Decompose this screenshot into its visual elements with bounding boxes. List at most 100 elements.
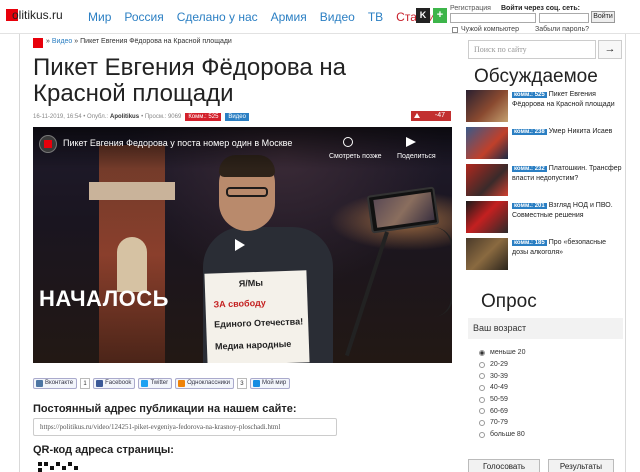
list-item[interactable]: комм.: 185 Про «безопасные дозы алкоголя»	[466, 238, 622, 272]
category-badge[interactable]: Видео	[225, 113, 249, 121]
qr-code-image	[38, 462, 80, 472]
poll-option[interactable]: 70-79	[479, 417, 525, 429]
video-cable	[433, 227, 452, 317]
poll-options: меньше 20 20-29 30-39 40-49 50-59 60-69 …	[479, 347, 525, 441]
permalink-field[interactable]: https://politikus.ru/video/124251-piket-…	[33, 418, 337, 436]
breadcrumb-section[interactable]: Видео	[52, 38, 72, 45]
login-field[interactable]	[450, 13, 536, 23]
nav-item-video[interactable]: Видео	[320, 10, 355, 24]
twitter-icon	[141, 380, 149, 387]
poll-title: Опрос	[481, 291, 537, 312]
social-plus-button[interactable]: +	[433, 8, 447, 23]
share-bar: Вконтакте 1 Facebook Twitter Одноклассни…	[33, 378, 291, 389]
news-thumbnail[interactable]	[466, 90, 508, 122]
radio-icon[interactable]	[479, 373, 485, 380]
rating-badge[interactable]: -47	[411, 111, 451, 121]
article-meta: 16-11-2019, 16:54 • Опубл.: Apolitikus • …	[33, 113, 249, 121]
nav-item-mir[interactable]: Мир	[88, 10, 111, 24]
nav-item-tv[interactable]: ТВ	[368, 10, 383, 24]
news-thumbnail[interactable]	[466, 238, 508, 270]
site-logo[interactable]: olitikus.ru	[12, 8, 63, 22]
comments-badge[interactable]: Комм.: 525	[185, 113, 222, 121]
video-overlay-caption: НАЧАЛОСЬ	[39, 286, 169, 311]
share-mymir-button[interactable]: Мой мир	[249, 378, 291, 389]
radio-icon[interactable]	[479, 396, 485, 403]
list-item[interactable]: комм.: 201 Взгляд НОД и ПВО. Совместные р…	[466, 201, 622, 235]
channel-avatar-icon[interactable]	[39, 135, 57, 153]
poll-option[interactable]: 50-59	[479, 394, 525, 406]
qr-label: QR-код адреса страницы:	[33, 444, 174, 456]
nav-item-russia[interactable]: Россия	[124, 10, 163, 24]
radio-icon[interactable]	[479, 361, 485, 368]
share-ok-count: 3	[236, 378, 247, 389]
list-item[interactable]: комм.: 232 Платошкин. Трансфер власти нед…	[466, 164, 622, 198]
author-link[interactable]: Apolitikus	[110, 114, 139, 120]
poll-option[interactable]: 30-39	[479, 370, 525, 382]
poll-question: Ваш возраст	[468, 318, 623, 339]
share-arrow-icon[interactable]	[406, 137, 416, 147]
video-picket-sign: Я/Мы ЗА свободу Единого Отечества! Медиа…	[204, 270, 310, 363]
home-icon[interactable]	[33, 38, 43, 48]
video-person-glasses	[226, 187, 268, 197]
nav-item-army[interactable]: Армия	[271, 10, 307, 24]
login-via-label: Войти через соц. сеть:	[501, 5, 580, 12]
views-count: Просм.: 9069	[144, 114, 182, 120]
news-thumbnail[interactable]	[466, 201, 508, 233]
video-tower-band	[89, 182, 175, 200]
remember-label: Чужой компьютер	[461, 26, 519, 33]
list-item[interactable]: комм.: 525 Пикет Евгения Фёдорова на Крас…	[466, 90, 622, 124]
main-nav: Мир Россия Сделано у нас Армия Видео ТВ …	[88, 10, 448, 24]
odnoklassniki-icon	[178, 380, 186, 387]
right-divider	[625, 34, 626, 472]
poll-option[interactable]: больше 80	[479, 429, 525, 441]
radio-icon[interactable]	[479, 384, 485, 391]
video-arch	[117, 237, 147, 292]
breadcrumb-current: Пикет Евгения Фёдорова на Красной площад…	[80, 38, 232, 45]
nav-item-made-here[interactable]: Сделано у нас	[177, 10, 258, 24]
top-bar: olitikus.ru Мир Россия Сделано у нас Арм…	[0, 0, 640, 34]
poll-option[interactable]: 60-69	[479, 405, 525, 417]
search-input[interactable]: Поиск по сайту	[468, 40, 596, 59]
clock-icon[interactable]	[343, 137, 353, 147]
poll-option[interactable]: 20-29	[479, 359, 525, 371]
radio-icon[interactable]	[479, 349, 485, 356]
left-divider	[19, 34, 20, 472]
list-item[interactable]: комм.: 238 Умер Никита Исаев	[466, 127, 622, 161]
share-ok-button[interactable]: Одноклассники	[175, 378, 234, 389]
share-vk-count: 1	[80, 378, 91, 389]
share-facebook-button[interactable]: Facebook	[93, 378, 136, 389]
login-button[interactable]: Войти	[591, 11, 615, 23]
facebook-icon	[96, 380, 104, 387]
radio-icon[interactable]	[479, 431, 485, 438]
video-title[interactable]: Пикет Евгения Федорова у поста номер оди…	[63, 138, 292, 148]
search-button[interactable]: →	[598, 40, 622, 59]
discussed-title: Обсуждаемое	[474, 66, 598, 87]
register-link[interactable]: Регистрация	[450, 5, 491, 12]
share-vk-button[interactable]: Вконтакте	[33, 378, 78, 389]
permalink-label: Постоянный адрес публикации на нашем сай…	[33, 403, 297, 415]
forgot-password-link[interactable]: Забыли пароль?	[535, 26, 589, 33]
share-button[interactable]: Поделиться	[397, 153, 436, 160]
news-thumbnail[interactable]	[466, 164, 508, 196]
vote-button[interactable]: Голосовать	[468, 459, 540, 472]
radio-icon[interactable]	[479, 408, 485, 415]
video-player[interactable]: Я/Мы ЗА свободу Единого Отечества! Медиа…	[33, 127, 452, 363]
vk-icon	[36, 380, 43, 387]
poll-option[interactable]: 40-49	[479, 382, 525, 394]
published-prefix: Опубл.:	[87, 114, 109, 120]
page-title: Пикет Евгения Фёдорова на Красной площад…	[33, 54, 347, 107]
remember-checkbox[interactable]	[452, 27, 458, 33]
publish-date: 16-11-2019, 16:54	[33, 114, 82, 120]
play-icon[interactable]	[235, 239, 245, 251]
poll-option[interactable]: меньше 20	[479, 347, 525, 359]
video-top-overlay	[33, 127, 452, 169]
password-field[interactable]	[539, 13, 589, 23]
share-twitter-button[interactable]: Twitter	[138, 378, 173, 389]
mymir-icon	[252, 380, 260, 387]
news-thumbnail[interactable]	[466, 127, 508, 159]
social-k-button[interactable]: K	[416, 8, 430, 23]
breadcrumb: » Видео » Пикет Евгения Фёдорова на Крас…	[46, 38, 232, 45]
radio-icon[interactable]	[479, 419, 485, 426]
watch-later-button[interactable]: Смотреть позже	[329, 153, 382, 160]
results-button[interactable]: Результаты	[548, 459, 614, 472]
